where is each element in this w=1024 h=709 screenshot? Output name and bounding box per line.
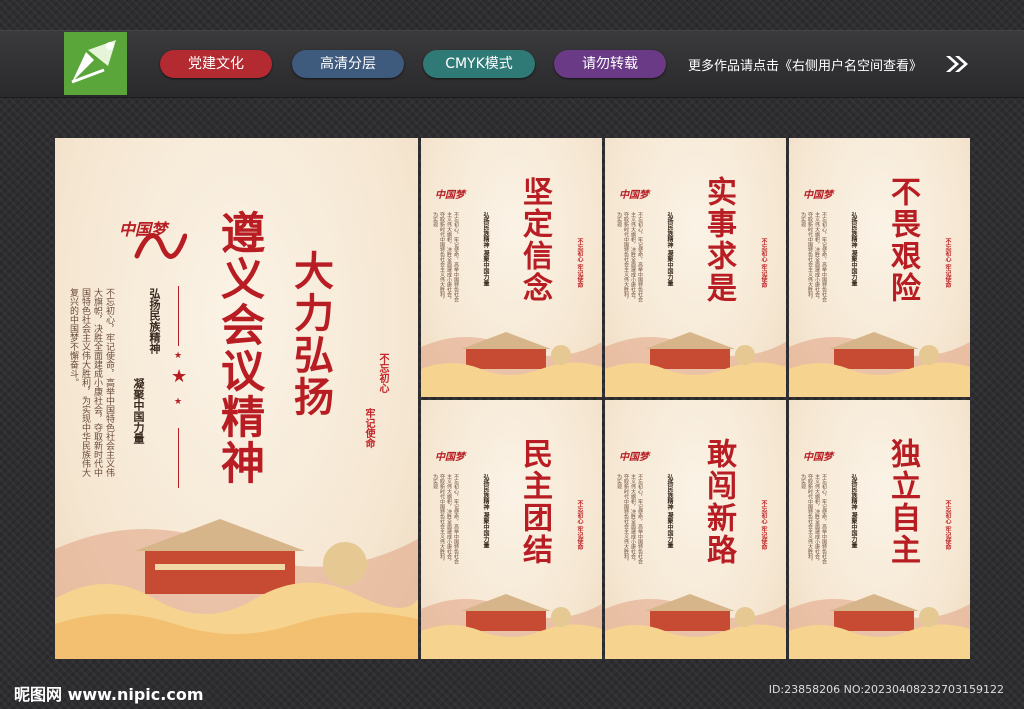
svg-text:★: ★	[174, 351, 182, 361]
small-poster-subtitle: 弘扬民族精神 凝聚中国力量	[482, 212, 489, 287]
palace-cloud-illustration	[789, 594, 970, 659]
small-poster-2: 中国梦 实事求是 不忘初心，牢记使命，高举中国特色社会主义伟大旗帜，决胜全面建成…	[605, 138, 786, 397]
small-poster-slogan: 不忘初心 牢记使命	[944, 500, 951, 551]
calligraphy-logo: 中国梦	[435, 452, 465, 463]
small-poster-slogan: 不忘初心 牢记使命	[760, 500, 767, 551]
palace-cloud-illustration	[421, 594, 602, 659]
small-poster-title: 坚定信念	[517, 176, 552, 304]
slogan-a: 不忘初心	[377, 353, 388, 393]
small-poster-body: 不忘初心，牢记使命，高举中国特色社会主义伟大旗帜，决胜全面建成小康社会，夺取新时…	[800, 474, 827, 564]
small-poster-title: 实事求是	[701, 176, 736, 304]
svg-text:★: ★	[171, 366, 187, 387]
small-poster-title: 敢闯新路	[701, 438, 736, 566]
calligraphy-logo: 中国梦	[619, 190, 649, 201]
palace-cloud-illustration	[55, 519, 418, 659]
small-poster-subtitle: 弘扬民族精神 凝聚中国力量	[666, 212, 673, 287]
divider-line	[178, 286, 179, 346]
calligraphy-logo: 中国梦	[803, 190, 833, 201]
small-poster-body: 不忘初心，牢记使命，高举中国特色社会主义伟大旗帜，决胜全面建成小康社会，夺取新时…	[800, 212, 827, 302]
small-poster-title: 民主团结	[517, 438, 552, 566]
small-poster-4: 中国梦 民主团结 不忘初心，牢记使命，高举中国特色社会主义伟大旗帜，决胜全面建成…	[421, 400, 602, 659]
double-chevron-right-icon[interactable]	[944, 54, 970, 74]
palace-cloud-illustration	[789, 332, 970, 397]
stars-icon: ★ ★ ★	[171, 351, 187, 407]
small-poster-subtitle: 弘扬民族精神 凝聚中国力量	[850, 474, 857, 549]
small-poster-slogan: 不忘初心 牢记使命	[944, 238, 951, 289]
main-poster: 中国梦 遵义会议精神 大力弘扬 弘扬民族精神 凝聚中国力量 不忘初心，牢记使命，…	[55, 138, 418, 659]
main-headline: 遵义会议精神	[213, 210, 264, 486]
palace-cloud-illustration	[421, 332, 602, 397]
main-subtitle-a: 弘扬民族精神	[148, 288, 161, 354]
main-body-text: 不忘初心，牢记使命，高举中国特色社会主义伟大旗帜，决胜全面建成小康社会，夺取新时…	[68, 288, 114, 477]
svg-text:★: ★	[174, 397, 182, 407]
small-poster-body: 不忘初心，牢记使命，高举中国特色社会主义伟大旗帜，决胜全面建成小康社会，夺取新时…	[616, 474, 643, 564]
small-poster-title: 独立自主	[885, 438, 920, 566]
tag-hd-layers[interactable]: 高清分层	[292, 50, 404, 78]
small-poster-5: 中国梦 敢闯新路 不忘初心，牢记使命，高举中国特色社会主义伟大旗帜，决胜全面建成…	[605, 400, 786, 659]
main-subtitle-b: 凝聚中国力量	[132, 378, 145, 444]
small-poster-title: 不畏艰险	[885, 176, 920, 304]
image-id-text: ID:23858206 NO:20230408232703159122	[768, 683, 1004, 696]
small-poster-subtitle: 弘扬民族精神 凝聚中国力量	[482, 474, 489, 549]
main-headline-secondary: 大力弘扬	[287, 250, 334, 418]
small-poster-slogan: 不忘初心 牢记使命	[760, 238, 767, 289]
small-poster-body: 不忘初心，牢记使命，高举中国特色社会主义伟大旗帜，决胜全面建成小康社会，夺取新时…	[616, 212, 643, 302]
calligraphy-brush-icon	[134, 233, 187, 259]
small-poster-3: 中国梦 不畏艰险 不忘初心，牢记使命，高举中国特色社会主义伟大旗帜，决胜全面建成…	[789, 138, 970, 397]
small-poster-1: 中国梦 坚定信念 不忘初心，牢记使命，高举中国特色社会主义伟大旗帜，决胜全面建成…	[421, 138, 602, 397]
palace-cloud-illustration	[605, 332, 786, 397]
small-poster-body: 不忘初心，牢记使命，高举中国特色社会主义伟大旗帜，决胜全面建成小康社会，夺取新时…	[432, 212, 459, 302]
small-poster-slogan: 不忘初心 牢记使命	[576, 238, 583, 289]
small-poster-slogan: 不忘初心 牢记使命	[576, 500, 583, 551]
divider-line	[178, 428, 179, 488]
tag-no-repost[interactable]: 请勿转载	[554, 50, 666, 78]
small-poster-subtitle: 弘扬民族精神 凝聚中国力量	[666, 474, 673, 549]
calligraphy-logo: 中国梦	[435, 190, 465, 201]
brand-logo	[64, 32, 127, 95]
tag-party-culture[interactable]: 党建文化	[160, 50, 272, 78]
small-poster-6: 中国梦 独立自主 不忘初心，牢记使命，高举中国特色社会主义伟大旗帜，决胜全面建成…	[789, 400, 970, 659]
palace-cloud-illustration	[605, 594, 786, 659]
pen-icon	[71, 40, 116, 84]
calligraphy-logo: 中国梦	[803, 452, 833, 463]
small-poster-body: 不忘初心，牢记使命，高举中国特色社会主义伟大旗帜，决胜全面建成小康社会，夺取新时…	[432, 474, 459, 564]
tag-cmyk[interactable]: CMYK模式	[423, 50, 535, 78]
small-poster-subtitle: 弘扬民族精神 凝聚中国力量	[850, 212, 857, 287]
site-watermark: 昵图网 www.nipic.com	[14, 685, 204, 704]
calligraphy-logo: 中国梦	[619, 452, 649, 463]
more-works-link[interactable]: 更多作品请点击《右侧用户名空间查看》	[688, 55, 922, 74]
slogan-b: 牢记使命	[363, 408, 374, 448]
